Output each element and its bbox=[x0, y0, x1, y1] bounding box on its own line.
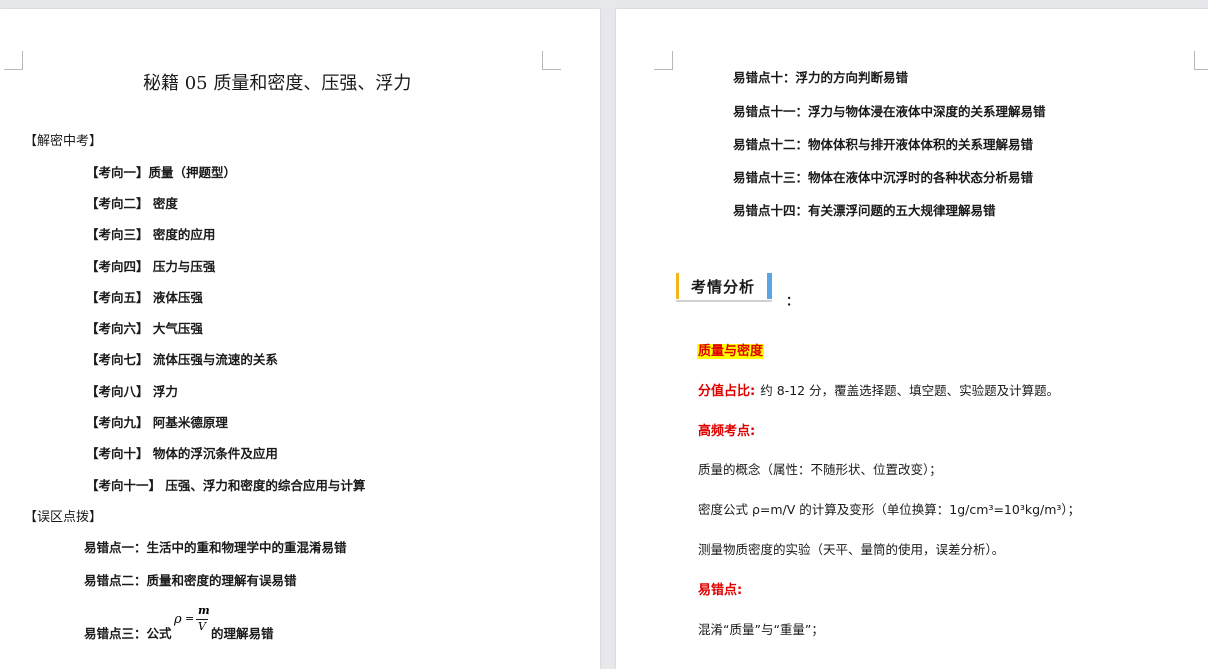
formula-denominator: V bbox=[198, 620, 206, 633]
direction-item[interactable]: 【考向十一】 压强、浮力和密度的综合应用与计算 bbox=[86, 475, 365, 494]
key-point-item[interactable]: 质量的概念（属性：不随形状、位置改变）； bbox=[698, 459, 942, 478]
direction-item[interactable]: 【考向八】 浮力 bbox=[86, 381, 178, 400]
error-point-item[interactable]: 易错点一：生活中的重和物理学中的重混淆易错 bbox=[84, 537, 347, 556]
error-point-item[interactable]: 易错点二：质量和密度的理解有误易错 bbox=[84, 570, 297, 589]
score-text: 约 8-12 分，覆盖选择题、填空题、实验题及计算题。 bbox=[760, 383, 1060, 398]
formula-rho: ρ bbox=[174, 612, 182, 627]
margin-corner-mark bbox=[542, 51, 561, 70]
error-point-item[interactable]: 易错点十一：浮力与物体浸在液体中深度的关系理解易错 bbox=[733, 101, 1046, 120]
error-point-item[interactable]: 易错点十四：有关漂浮问题的五大规律理解易错 bbox=[733, 200, 996, 219]
section-heading-misconceptions[interactable]: 【误区点拨】 bbox=[24, 506, 102, 525]
easy-error-label[interactable]: 易错点: bbox=[698, 579, 742, 598]
error-point-suffix[interactable]: 的理解易错 bbox=[211, 623, 274, 642]
density-formula: ρ = m V bbox=[174, 604, 210, 640]
margin-corner-mark bbox=[1194, 51, 1208, 70]
score-line[interactable]: 分值占比: 约 8-12 分，覆盖选择题、填空题、实验题及计算题。 bbox=[698, 380, 1059, 399]
formula-numerator: m bbox=[198, 604, 210, 617]
topic-highlight: 质量与密度 bbox=[697, 344, 765, 359]
page-title[interactable]: 秘籍 05 质量和密度、压强、浮力 bbox=[143, 69, 411, 95]
score-label: 分值占比: bbox=[698, 384, 756, 399]
error-point-item[interactable]: 易错点十三：物体在液体中沉浮时的各种状态分析易错 bbox=[733, 167, 1033, 186]
direction-item[interactable]: 【考向二】 密度 bbox=[86, 193, 178, 212]
badge-colon: ： bbox=[786, 293, 799, 308]
section-heading-decode[interactable]: 【解密中考】 bbox=[24, 130, 102, 149]
key-point-item[interactable]: 密度公式 ρ=m/V 的计算及变形（单位换算：1g/cm³=10³kg/m³）； bbox=[698, 499, 1080, 518]
margin-corner-mark bbox=[654, 51, 673, 70]
direction-item[interactable]: 【考向七】 流体压强与流速的关系 bbox=[86, 349, 278, 368]
direction-item[interactable]: 【考向六】 大气压强 bbox=[86, 318, 203, 337]
exam-analysis-badge: 考情分析 bbox=[676, 273, 772, 302]
frequent-points-label[interactable]: 高频考点: bbox=[698, 420, 755, 439]
direction-item[interactable]: 【考向三】 密度的应用 bbox=[86, 224, 215, 243]
direction-item[interactable]: 【考向四】 压力与压强 bbox=[86, 256, 215, 275]
error-point-item[interactable]: 易错点十：浮力的方向判断易错 bbox=[733, 67, 908, 86]
easy-error-item[interactable]: 混淆“质量”与“重量”； bbox=[698, 619, 824, 638]
margin-corner-mark bbox=[4, 51, 23, 70]
direction-item[interactable]: 【考向十】 物体的浮沉条件及应用 bbox=[86, 443, 278, 462]
key-point-item[interactable]: 测量物质密度的实验（天平、量筒的使用，误差分析）。 bbox=[698, 539, 1004, 558]
direction-item[interactable]: 【考向九】 阿基米德原理 bbox=[86, 412, 228, 431]
direction-item[interactable]: 【考向一】质量（押题型） bbox=[86, 162, 236, 181]
exam-analysis-badge-label: 考情分析 bbox=[690, 277, 755, 296]
error-point-item[interactable]: 易错点三：公式 bbox=[84, 623, 172, 642]
formula-equals: = bbox=[185, 612, 195, 625]
topic-heading[interactable]: 质量与密度 bbox=[697, 340, 765, 359]
direction-item[interactable]: 【考向五】 液体压强 bbox=[86, 287, 203, 306]
error-point-item[interactable]: 易错点十二：物体体积与排开液体体积的关系理解易错 bbox=[733, 134, 1033, 153]
